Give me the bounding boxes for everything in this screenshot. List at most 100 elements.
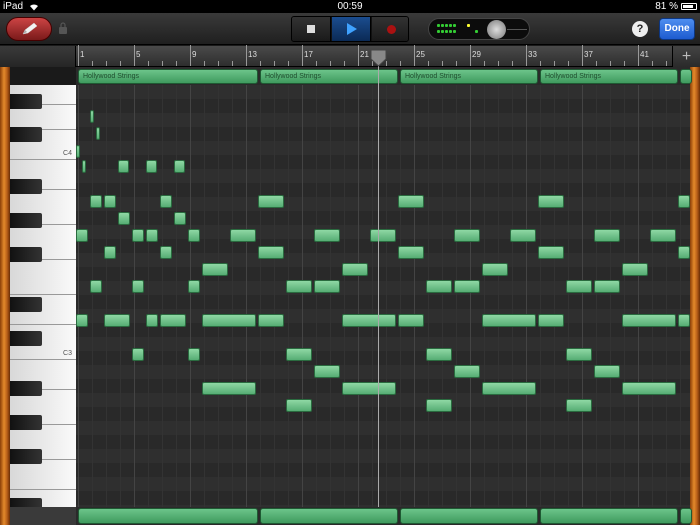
black-key[interactable] [10,127,42,142]
midi-note[interactable] [104,314,130,327]
midi-note[interactable] [342,314,396,327]
midi-note[interactable] [678,314,690,327]
help-button[interactable]: ? [632,21,648,37]
midi-note[interactable] [146,229,158,242]
midi-note[interactable] [314,365,340,378]
volume-knob[interactable] [487,20,506,39]
midi-note[interactable] [146,160,157,173]
midi-note[interactable] [286,399,312,412]
midi-note[interactable] [286,280,312,293]
midi-note[interactable] [622,382,676,395]
midi-note[interactable] [188,229,200,242]
midi-note[interactable] [76,229,88,242]
midi-note[interactable] [622,263,648,276]
white-key[interactable] [10,260,76,295]
midi-note[interactable] [76,314,88,327]
midi-note[interactable] [314,229,340,242]
stop-button[interactable] [292,17,331,41]
midi-note[interactable] [482,314,536,327]
black-key[interactable] [10,94,42,109]
midi-note[interactable] [594,229,620,242]
midi-note[interactable] [426,399,452,412]
midi-note[interactable] [566,280,592,293]
midi-note[interactable] [160,246,172,259]
midi-note[interactable] [96,127,100,140]
region-block[interactable] [78,508,258,524]
midi-note[interactable] [510,229,536,242]
midi-note[interactable] [104,195,116,208]
midi-note[interactable] [398,246,424,259]
black-key[interactable] [10,415,42,430]
lock-icon[interactable] [58,22,68,34]
midi-note[interactable] [678,246,690,259]
midi-note[interactable] [566,348,592,361]
midi-note[interactable] [594,365,620,378]
midi-note[interactable] [202,263,228,276]
black-key[interactable] [10,498,42,507]
midi-note[interactable] [482,263,508,276]
white-key[interactable] [10,460,76,490]
midi-note[interactable] [370,229,396,242]
midi-note[interactable] [76,145,80,158]
midi-note[interactable] [188,348,200,361]
midi-note[interactable] [160,195,172,208]
black-key[interactable] [10,449,42,464]
midi-note[interactable] [118,160,129,173]
midi-note[interactable] [132,280,144,293]
play-button[interactable] [332,17,371,41]
piano-roll-grid[interactable] [76,85,690,507]
midi-note[interactable] [482,382,536,395]
midi-note[interactable] [174,212,186,225]
midi-note[interactable] [342,263,368,276]
region-block[interactable] [540,508,678,524]
midi-note[interactable] [104,246,116,259]
piano-keyboard[interactable]: C4 C3 [10,85,76,507]
black-key[interactable] [10,179,42,194]
black-key[interactable] [10,297,42,312]
midi-note[interactable] [202,314,256,327]
region-block[interactable]: Hollywood Strings [400,69,538,84]
midi-note[interactable] [594,280,620,293]
midi-note[interactable] [258,195,284,208]
midi-note[interactable] [314,280,340,293]
edit-button[interactable] [6,17,52,41]
midi-note[interactable] [426,348,452,361]
midi-note[interactable] [426,280,452,293]
midi-note[interactable] [566,399,592,412]
black-key[interactable] [10,381,42,396]
midi-note[interactable] [454,365,480,378]
region-block[interactable]: Hollywood Strings [78,69,258,84]
midi-note[interactable] [258,314,284,327]
midi-note[interactable] [132,348,144,361]
midi-note[interactable] [398,314,424,327]
midi-note[interactable] [118,212,130,225]
midi-note[interactable] [538,314,564,327]
midi-note[interactable] [678,195,690,208]
midi-note[interactable] [146,314,158,327]
midi-note[interactable] [160,314,186,327]
black-key[interactable] [10,331,42,346]
midi-note[interactable] [90,110,94,123]
midi-note[interactable] [454,280,480,293]
region-block[interactable]: Hollywood Strings [540,69,678,84]
playhead-handle[interactable] [370,49,387,67]
timeline-ruler[interactable]: 1 5 9 13 17 21 25 29 33 37 41 + [0,45,700,67]
region-block[interactable] [680,508,692,524]
midi-note[interactable] [622,314,676,327]
midi-note[interactable] [230,229,256,242]
midi-note[interactable] [454,229,480,242]
midi-note[interactable] [188,280,200,293]
midi-note[interactable] [174,160,185,173]
add-section-button[interactable]: + [672,46,700,67]
midi-note[interactable] [132,229,144,242]
midi-note[interactable] [90,195,102,208]
midi-note[interactable] [650,229,676,242]
region-block[interactable] [680,69,692,84]
midi-note[interactable] [538,195,564,208]
midi-note[interactable] [202,382,256,395]
black-key[interactable] [10,247,42,262]
midi-note[interactable] [258,246,284,259]
midi-note[interactable] [398,195,424,208]
midi-note[interactable] [538,246,564,259]
region-block[interactable] [400,508,538,524]
